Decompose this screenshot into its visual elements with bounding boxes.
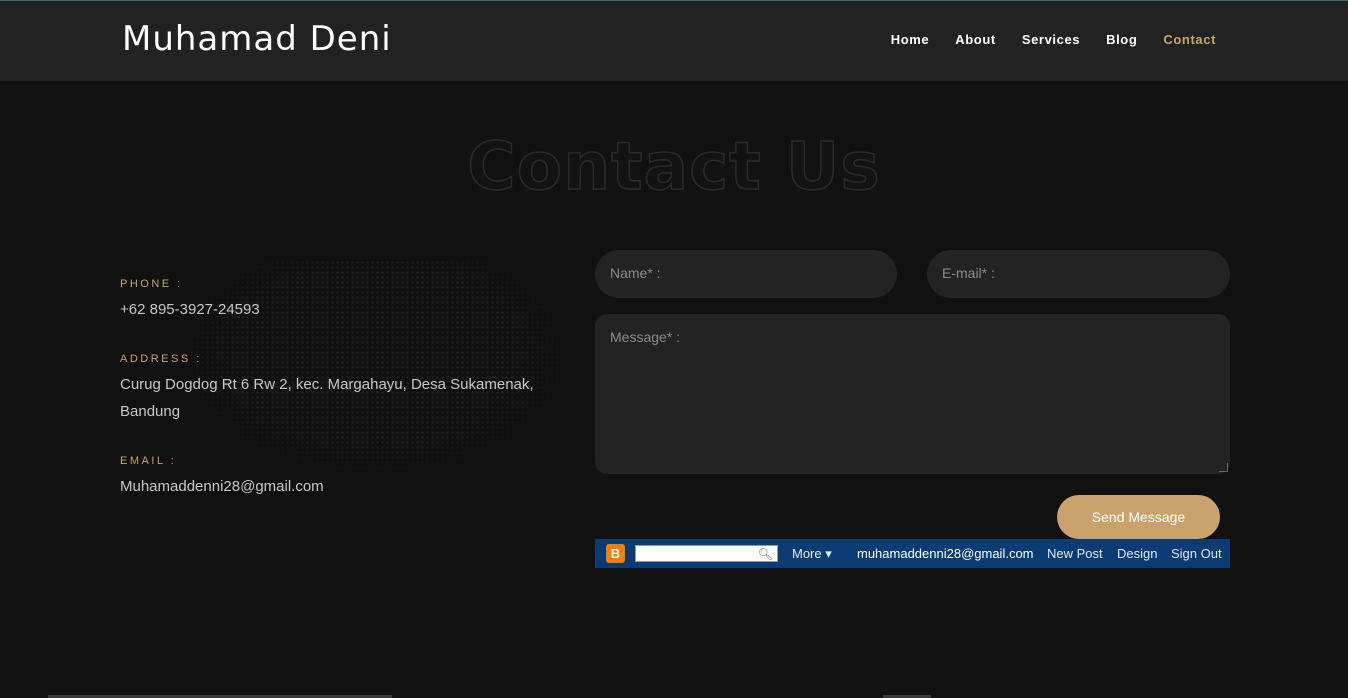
email-label: EMAIL : [120,455,177,467]
email-block: EMAIL : Muhamaddenni28@gmail.com [120,455,324,500]
name-field[interactable]: Name* : [595,250,897,298]
nav-contact[interactable]: Contact [1163,32,1216,47]
site-brand[interactable]: Muhamad Deni [122,19,392,59]
address-line-2: Bandung [120,403,181,420]
nav-about[interactable]: About [955,32,996,47]
nav-blog[interactable]: Blog [1106,32,1137,47]
page-title: Contact Us [467,127,881,206]
search-icon[interactable]: 🔍︎ [758,547,773,561]
sign-out-link[interactable]: Sign Out [1171,546,1222,561]
address-line-1: Curug Dogdog Rt 6 Rw 2, kec. Margahayu, … [120,376,534,393]
message-placeholder: Message* : [610,329,681,345]
main-nav: Home About Services Blog Contact [865,32,1216,47]
blogger-navbar: B 🔍︎ More ▾ muhamaddenni28@gmail.com New… [595,539,1230,568]
nav-services[interactable]: Services [1022,32,1080,47]
nav-home[interactable]: Home [891,32,930,47]
name-placeholder: Name* : [610,265,661,281]
email-field[interactable]: E-mail* : [927,250,1230,298]
phone-block: PHONE : +62 895-3927-24593 [120,278,260,323]
phone-value: +62 895-3927-24593 [120,301,260,318]
resize-handle-icon[interactable] [1219,463,1228,472]
address-label: ADDRESS : [120,353,202,365]
more-menu[interactable]: More ▾ [792,546,832,562]
email-value: Muhamaddenni28@gmail.com [120,478,324,495]
new-post-link[interactable]: New Post [1047,546,1103,561]
blogger-logo-icon[interactable]: B [606,544,625,563]
phone-label: PHONE : [120,278,183,290]
blogger-search-input[interactable]: 🔍︎ [635,545,778,562]
message-field[interactable]: Message* : [595,314,1230,474]
send-message-button[interactable]: Send Message [1057,495,1220,539]
design-link[interactable]: Design [1117,546,1157,561]
address-block: ADDRESS : Curug Dogdog Rt 6 Rw 2, kec. M… [120,353,534,425]
email-placeholder: E-mail* : [942,265,995,281]
blogger-user-email: muhamaddenni28@gmail.com [857,546,1034,561]
site-header: Muhamad Deni Home About Services Blog Co… [0,1,1348,81]
